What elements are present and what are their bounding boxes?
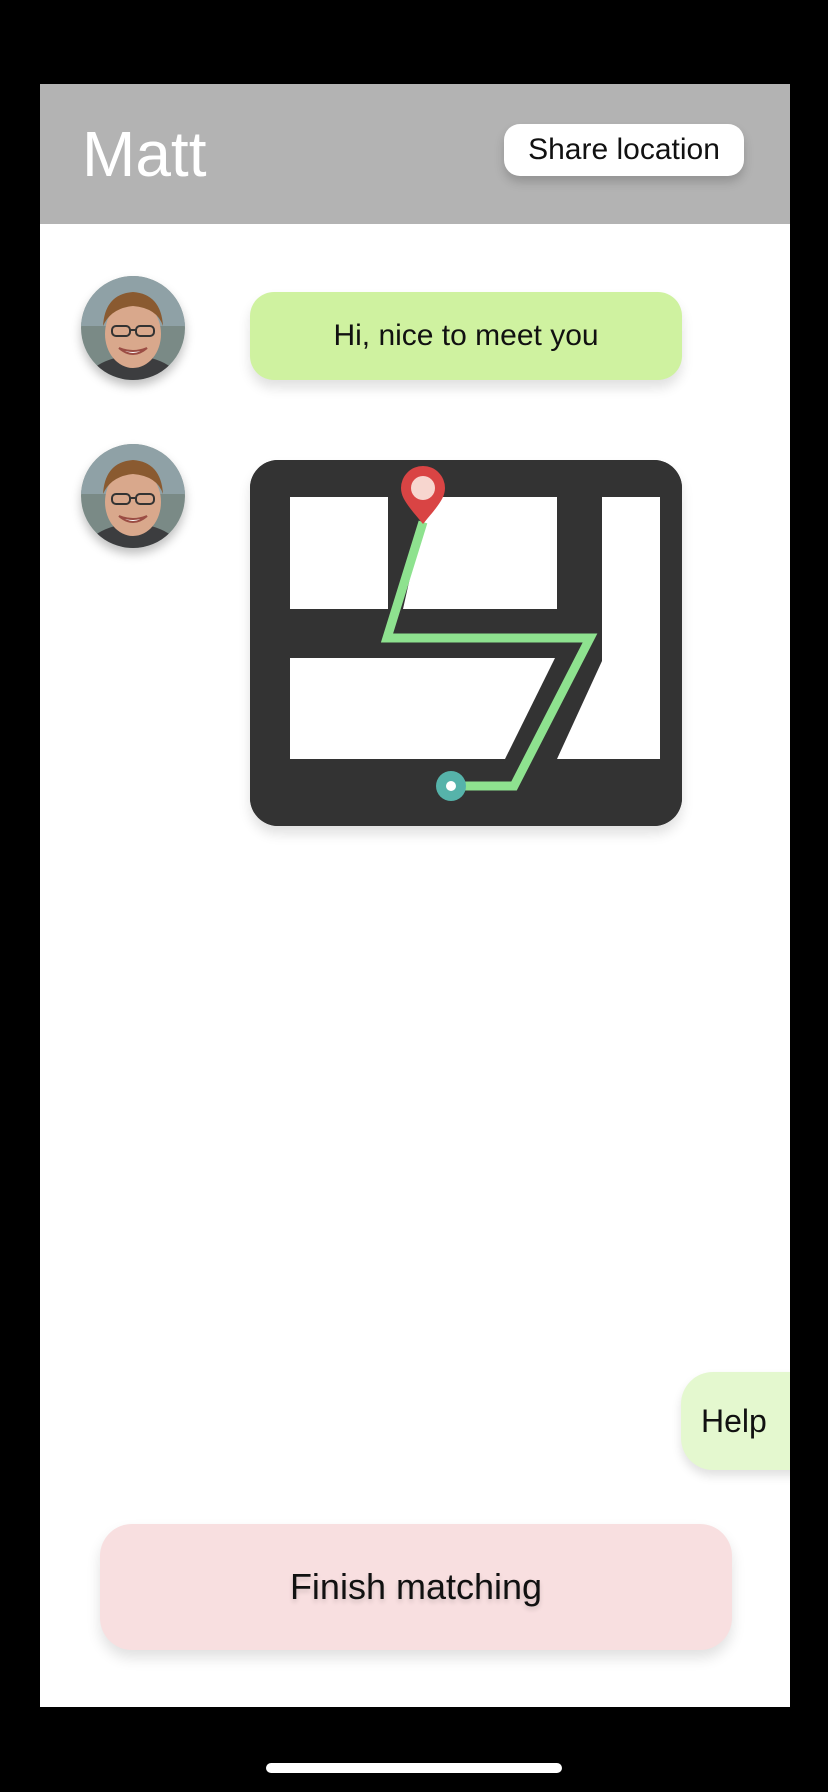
avatar-photo [81,444,185,548]
share-location-button[interactable]: Share location [504,124,744,176]
avatar[interactable] [81,444,185,548]
avatar-photo [81,276,185,380]
home-indicator[interactable] [266,1763,562,1773]
route-map [250,460,682,826]
contact-name: Matt [82,118,207,190]
map-message[interactable] [250,460,682,826]
chat-screen: Matt Share location Hi, nice to meet you [40,84,790,1707]
message-bubble: Hi, nice to meet you [250,292,682,380]
start-dot-icon [436,771,466,801]
chat-header: Matt Share location [40,84,790,224]
finish-matching-button[interactable]: Finish matching [100,1524,732,1650]
help-button[interactable]: Help [681,1372,790,1470]
avatar[interactable] [81,276,185,380]
